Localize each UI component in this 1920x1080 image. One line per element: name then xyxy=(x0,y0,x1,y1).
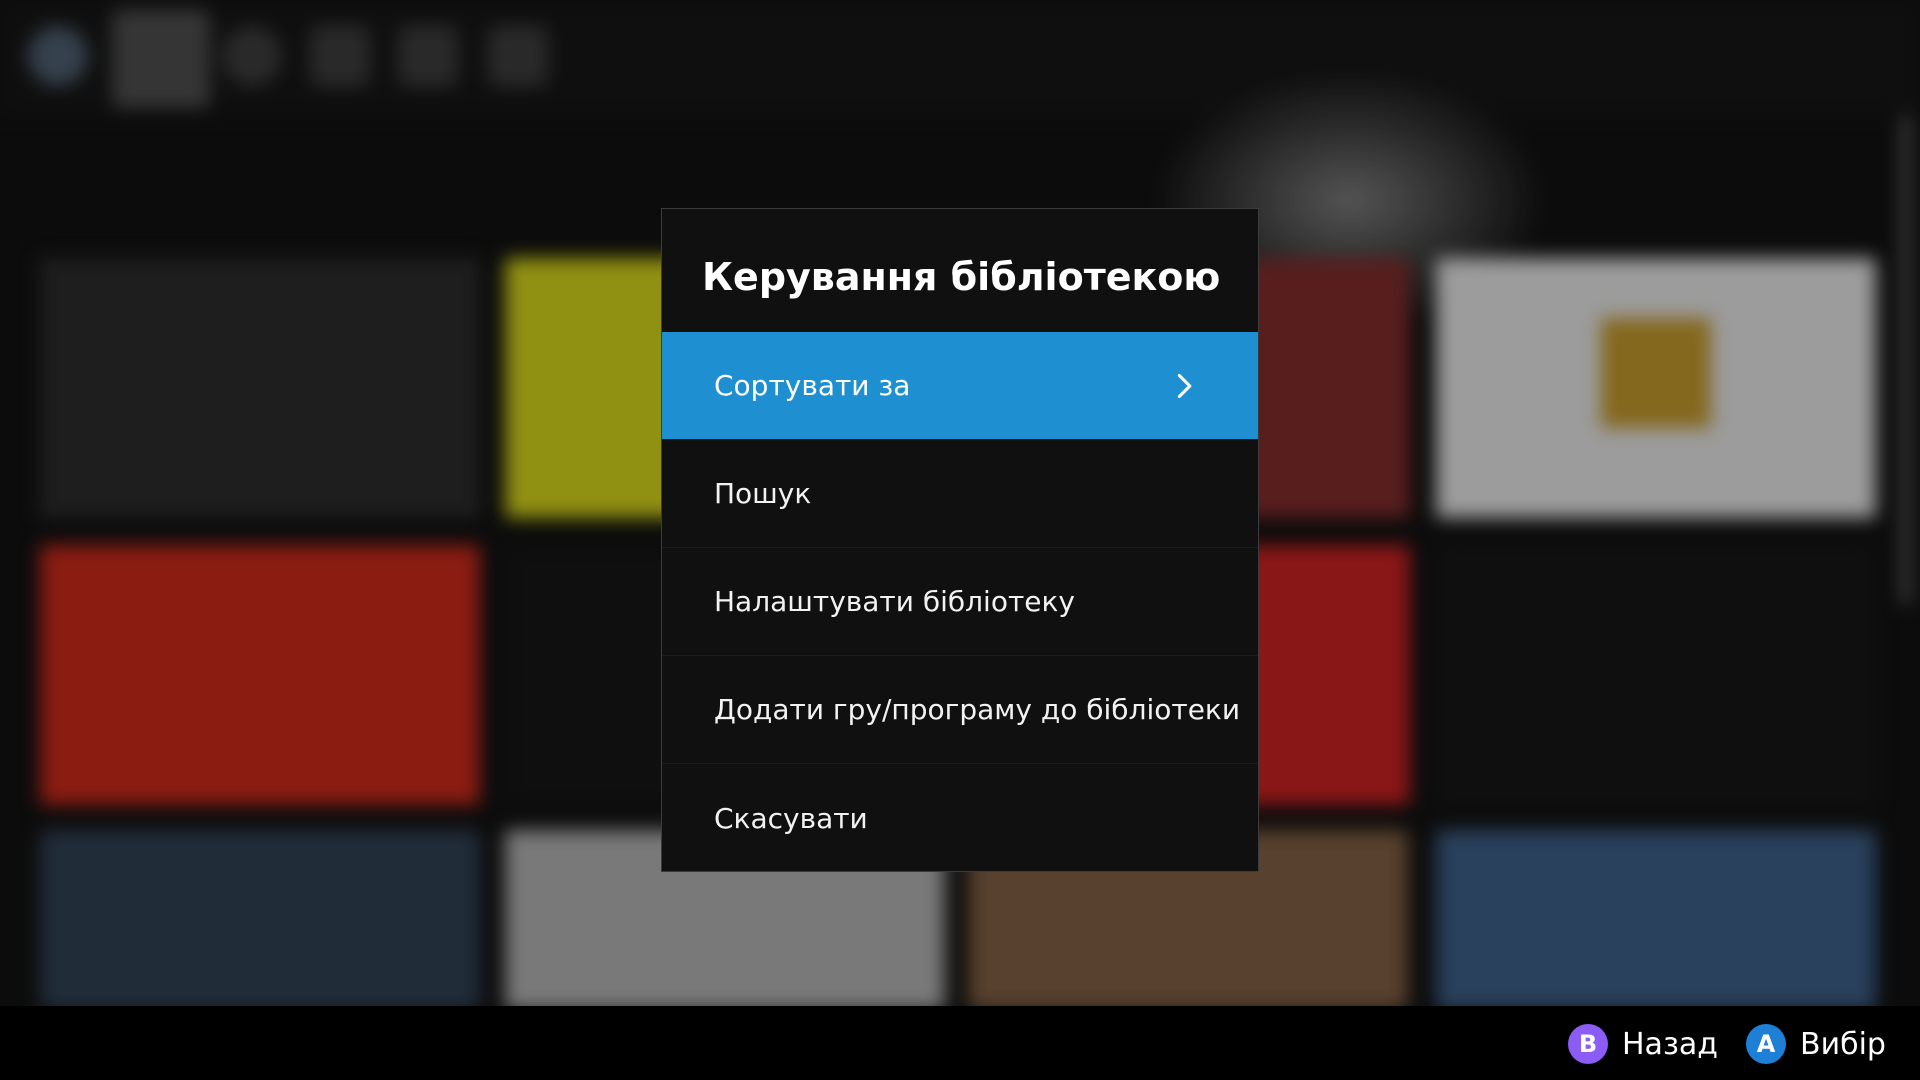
select-hint-label: Вибір xyxy=(1800,1026,1886,1062)
menu-item-cancel[interactable]: Скасувати xyxy=(662,764,1258,872)
menu-item-label: Налаштувати бібліотеку xyxy=(714,585,1075,618)
menu-item-add-to-library[interactable]: Додати гру/програму до бібліотеки xyxy=(662,656,1258,764)
back-hint-label: Назад xyxy=(1622,1026,1719,1062)
menu-item-label: Скасувати xyxy=(714,801,868,835)
menu-item-label: Додати гру/програму до бібліотеки xyxy=(714,693,1241,726)
b-button-icon: B xyxy=(1568,1024,1608,1064)
menu-item-label: Пошук xyxy=(714,477,812,510)
back-hint[interactable]: B Назад xyxy=(1568,1024,1718,1064)
menu-item-customize-library[interactable]: Налаштувати бібліотеку xyxy=(662,548,1258,656)
menu-title: Керування бібліотекою xyxy=(702,255,1221,299)
bottom-hint-bar: B Назад A Вибір xyxy=(0,1006,1920,1080)
a-button-icon: A xyxy=(1746,1024,1786,1064)
screen: Керування бібліотекою Сортувати за Пошук… xyxy=(0,0,1920,1080)
menu-item-sort-by[interactable]: Сортувати за xyxy=(662,332,1258,440)
library-management-menu: Керування бібліотекою Сортувати за Пошук… xyxy=(661,208,1259,872)
menu-item-search[interactable]: Пошук xyxy=(662,440,1258,548)
select-hint[interactable]: A Вибір xyxy=(1746,1024,1886,1064)
menu-item-label: Сортувати за xyxy=(714,369,911,402)
chevron-right-icon xyxy=(1177,373,1192,399)
